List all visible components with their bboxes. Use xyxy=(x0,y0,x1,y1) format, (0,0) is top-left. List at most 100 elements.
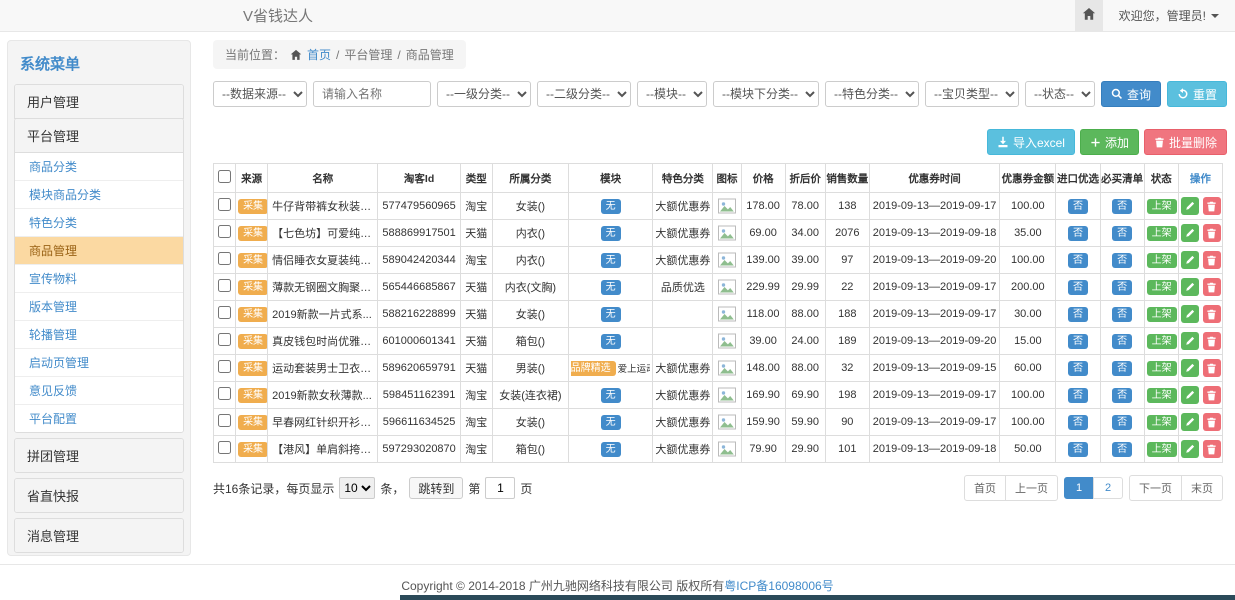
filter-select-1[interactable]: --二级分类-- xyxy=(537,81,631,107)
must-buy-toggle[interactable]: 否 xyxy=(1112,226,1132,241)
edit-button[interactable] xyxy=(1181,224,1199,242)
delete-button[interactable] xyxy=(1203,278,1221,296)
status-badge[interactable]: 上架 xyxy=(1147,199,1177,214)
edit-button[interactable] xyxy=(1181,251,1199,269)
row-checkbox[interactable] xyxy=(218,306,231,319)
sidebar-subitem-商品分类[interactable]: 商品分类 xyxy=(15,153,183,181)
import-select-toggle[interactable]: 否 xyxy=(1068,415,1088,430)
icp-link[interactable]: 粤ICP备16098006号 xyxy=(724,579,833,593)
must-buy-toggle[interactable]: 否 xyxy=(1112,388,1132,403)
data-source-select[interactable]: --数据来源-- xyxy=(213,81,307,107)
status-badge[interactable]: 上架 xyxy=(1147,280,1177,295)
delete-button[interactable] xyxy=(1203,197,1221,215)
page-number-input[interactable] xyxy=(485,477,515,499)
filter-select-5[interactable]: --宝贝类型-- xyxy=(925,81,1019,107)
row-checkbox[interactable] xyxy=(218,414,231,427)
row-checkbox[interactable] xyxy=(218,360,231,373)
sidebar-subitem-平台配置[interactable]: 平台配置 xyxy=(15,405,183,432)
row-checkbox[interactable] xyxy=(218,333,231,346)
row-checkbox[interactable] xyxy=(218,252,231,265)
batch-delete-button[interactable]: 批量删除 xyxy=(1144,129,1227,155)
row-checkbox[interactable] xyxy=(218,279,231,292)
row-checkbox[interactable] xyxy=(218,441,231,454)
pager-button-1[interactable]: 1 xyxy=(1064,477,1094,499)
row-checkbox[interactable] xyxy=(218,225,231,238)
import-select-toggle[interactable]: 否 xyxy=(1068,307,1088,322)
sidebar-subitem-意见反馈[interactable]: 意见反馈 xyxy=(15,377,183,405)
search-button[interactable]: 查询 xyxy=(1101,81,1161,107)
sidebar-item-拼团管理[interactable]: 拼团管理 xyxy=(15,439,183,472)
edit-button[interactable] xyxy=(1181,440,1199,458)
must-buy-toggle[interactable]: 否 xyxy=(1112,199,1132,214)
filter-select-6[interactable]: --状态-- xyxy=(1025,81,1095,107)
delete-button[interactable] xyxy=(1203,440,1221,458)
filter-select-2[interactable]: --模块-- xyxy=(637,81,707,107)
import-select-toggle[interactable]: 否 xyxy=(1068,361,1088,376)
pager-button-末页[interactable]: 末页 xyxy=(1181,475,1223,501)
import-select-toggle[interactable]: 否 xyxy=(1068,199,1088,214)
edit-button[interactable] xyxy=(1181,305,1199,323)
must-buy-toggle[interactable]: 否 xyxy=(1112,415,1132,430)
import-select-toggle[interactable]: 否 xyxy=(1068,388,1088,403)
row-checkbox[interactable] xyxy=(218,198,231,211)
delete-button[interactable] xyxy=(1203,332,1221,350)
import-select-toggle[interactable]: 否 xyxy=(1068,334,1088,349)
sidebar-subitem-模块商品分类[interactable]: 模块商品分类 xyxy=(15,181,183,209)
sidebar-subitem-启动页管理[interactable]: 启动页管理 xyxy=(15,349,183,377)
edit-button[interactable] xyxy=(1181,278,1199,296)
edit-button[interactable] xyxy=(1181,413,1199,431)
filter-select-4[interactable]: --特色分类-- xyxy=(825,81,919,107)
status-badge[interactable]: 上架 xyxy=(1147,226,1177,241)
edit-button[interactable] xyxy=(1181,386,1199,404)
sidebar-subitem-宣传物料[interactable]: 宣传物料 xyxy=(15,265,183,293)
reset-button[interactable]: 重置 xyxy=(1167,81,1227,107)
add-button[interactable]: 添加 xyxy=(1080,129,1139,155)
delete-button[interactable] xyxy=(1203,359,1221,377)
status-badge[interactable]: 上架 xyxy=(1147,415,1177,430)
select-all-checkbox[interactable] xyxy=(218,170,231,183)
delete-button[interactable] xyxy=(1203,251,1221,269)
name-search-input[interactable] xyxy=(313,81,431,107)
pager-button-上一页[interactable]: 上一页 xyxy=(1005,475,1058,501)
must-buy-toggle[interactable]: 否 xyxy=(1112,361,1132,376)
import-select-toggle[interactable]: 否 xyxy=(1068,442,1088,457)
import-excel-button[interactable]: 导入excel xyxy=(987,129,1075,155)
status-badge[interactable]: 上架 xyxy=(1147,253,1177,268)
import-select-toggle[interactable]: 否 xyxy=(1068,280,1088,295)
pager-button-2[interactable]: 2 xyxy=(1093,477,1123,499)
user-menu[interactable]: 欢迎您，管理员! xyxy=(1103,0,1235,31)
edit-button[interactable] xyxy=(1181,197,1199,215)
edit-button[interactable] xyxy=(1181,332,1199,350)
sidebar-item-消息管理[interactable]: 消息管理 xyxy=(15,519,183,552)
delete-button[interactable] xyxy=(1203,224,1221,242)
must-buy-toggle[interactable]: 否 xyxy=(1112,442,1132,457)
edit-button[interactable] xyxy=(1181,359,1199,377)
sidebar-subitem-特色分类[interactable]: 特色分类 xyxy=(15,209,183,237)
must-buy-toggle[interactable]: 否 xyxy=(1112,307,1132,322)
delete-button[interactable] xyxy=(1203,305,1221,323)
per-page-select[interactable]: 10 xyxy=(339,477,375,499)
must-buy-toggle[interactable]: 否 xyxy=(1112,253,1132,268)
status-badge[interactable]: 上架 xyxy=(1147,361,1177,376)
sidebar-item-用户管理[interactable]: 用户管理 xyxy=(15,85,183,118)
import-select-toggle[interactable]: 否 xyxy=(1068,253,1088,268)
status-badge[interactable]: 上架 xyxy=(1147,307,1177,322)
sidebar-subitem-商品管理[interactable]: 商品管理 xyxy=(15,237,183,265)
status-badge[interactable]: 上架 xyxy=(1147,442,1177,457)
status-badge[interactable]: 上架 xyxy=(1147,334,1177,349)
filter-select-0[interactable]: --一级分类-- xyxy=(437,81,531,107)
sidebar-item-省直快报[interactable]: 省直快报 xyxy=(15,479,183,512)
pager-button-首页[interactable]: 首页 xyxy=(964,475,1006,501)
sidebar-subitem-版本管理[interactable]: 版本管理 xyxy=(15,293,183,321)
delete-button[interactable] xyxy=(1203,386,1221,404)
must-buy-toggle[interactable]: 否 xyxy=(1112,280,1132,295)
status-badge[interactable]: 上架 xyxy=(1147,388,1177,403)
row-checkbox[interactable] xyxy=(218,387,231,400)
home-button[interactable] xyxy=(1075,0,1103,31)
must-buy-toggle[interactable]: 否 xyxy=(1112,334,1132,349)
sidebar-subitem-轮播管理[interactable]: 轮播管理 xyxy=(15,321,183,349)
breadcrumb-home-link[interactable]: 首页 xyxy=(307,46,331,63)
jump-button[interactable]: 跳转到 xyxy=(409,477,463,499)
pager-button-下一页[interactable]: 下一页 xyxy=(1129,475,1182,501)
filter-select-3[interactable]: --模块下分类-- xyxy=(713,81,819,107)
